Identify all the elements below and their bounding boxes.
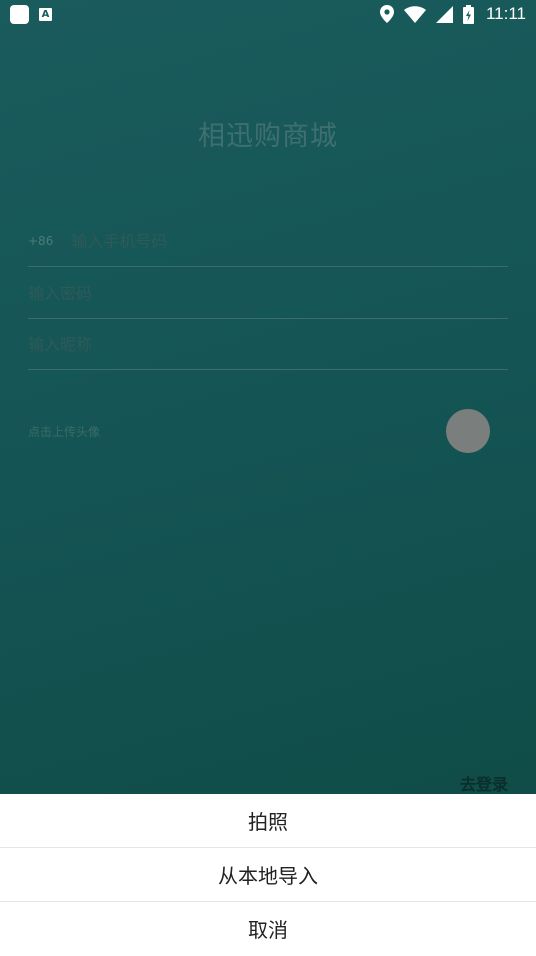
go-login-link[interactable]: 去登录 — [460, 771, 508, 795]
phone-input[interactable] — [71, 231, 472, 251]
phone-row: +86 — [28, 216, 508, 267]
status-bar: A 11:11 — [0, 0, 536, 28]
avatar-upload-label[interactable]: 点击上传头像 — [28, 423, 100, 440]
cancel-option[interactable]: 取消 — [0, 902, 536, 955]
nickname-row — [28, 319, 508, 370]
password-row — [28, 268, 508, 319]
import-local-option[interactable]: 从本地导入 — [0, 848, 536, 902]
nickname-input[interactable] — [28, 334, 428, 354]
register-screen: A 11:11 相迅购商城 +86 输入手机号码 输入昵称 点击上传头像 去登录… — [0, 0, 536, 956]
country-code[interactable]: +86 — [28, 234, 53, 248]
notification-icon — [10, 4, 29, 24]
take-photo-option[interactable]: 拍照 — [0, 794, 536, 848]
avatar-upload-button[interactable] — [446, 409, 490, 453]
battery-icon — [462, 4, 474, 24]
status-time: 11:11 — [485, 4, 526, 23]
location-icon — [379, 5, 394, 23]
app-title: 相迅购商城 — [198, 121, 338, 152]
status-right: 11:11 — [379, 4, 526, 24]
signal-icon — [435, 5, 453, 23]
wifi-icon — [403, 5, 426, 23]
password-input[interactable] — [28, 283, 428, 303]
image-source-sheet: 拍照 从本地导入 取消 — [0, 794, 536, 956]
status-left: A — [10, 4, 52, 24]
a-icon: A — [39, 7, 52, 21]
